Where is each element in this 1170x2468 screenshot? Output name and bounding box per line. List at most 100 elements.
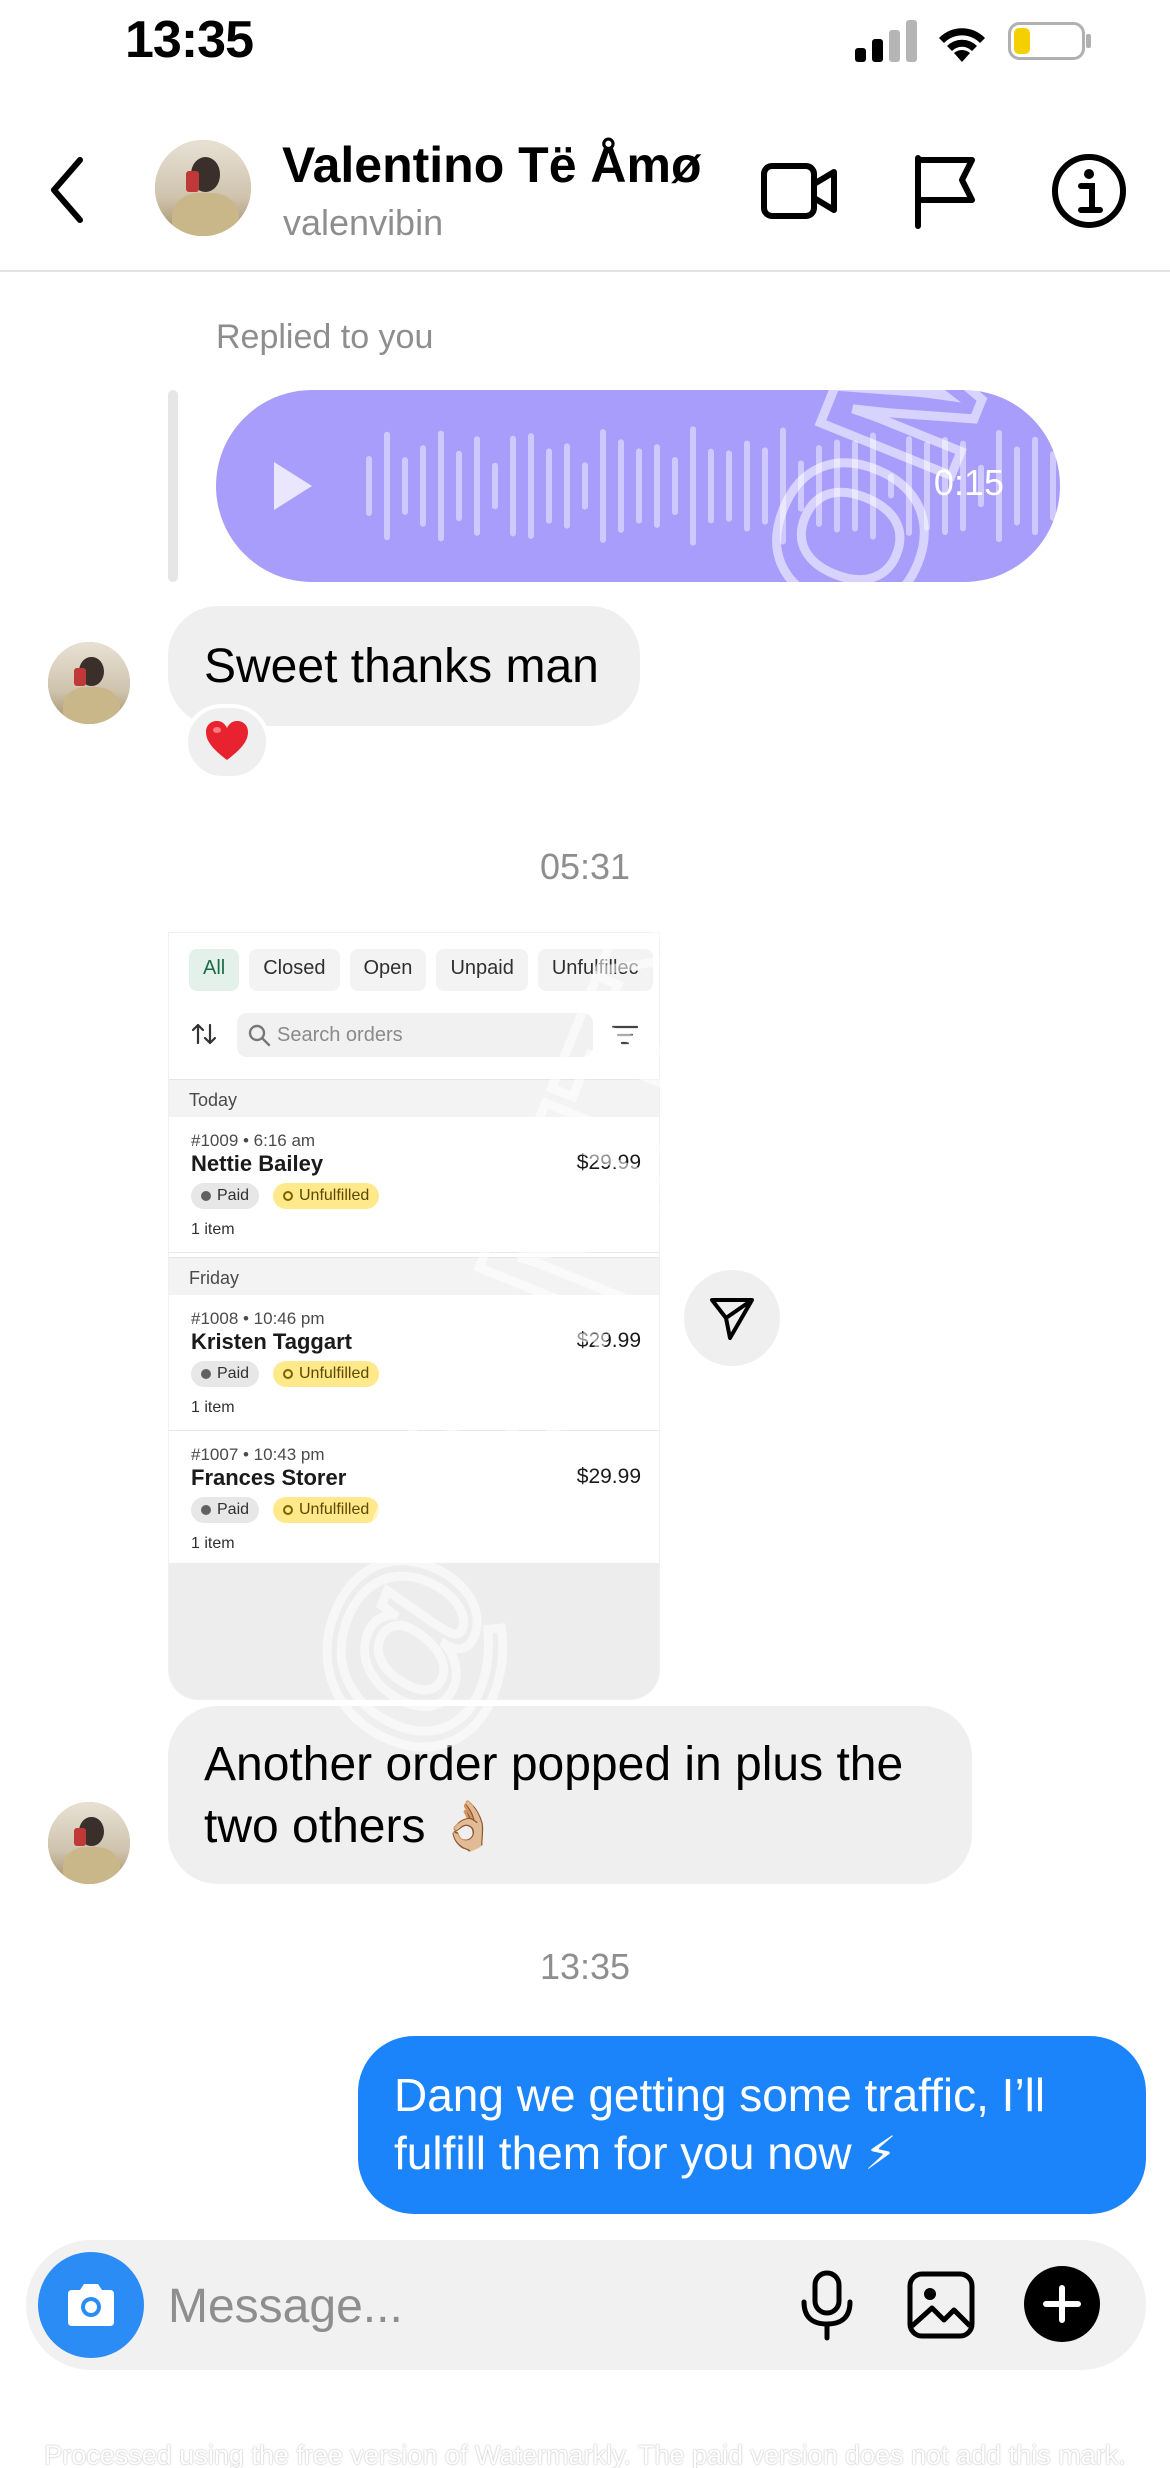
- message-text-line: Another order popped in plus the: [204, 1738, 904, 1791]
- waveform-bar: [618, 439, 624, 533]
- back-arrow-icon[interactable]: [42, 150, 102, 230]
- incoming-message[interactable]: Another order popped in plus the two oth…: [168, 1706, 972, 1884]
- sender-avatar[interactable]: [48, 1802, 130, 1884]
- waveform-bar: [852, 440, 858, 532]
- waveform-bar: [492, 462, 498, 510]
- order-price: $29.99: [576, 1329, 641, 1352]
- status-time: 13:35: [125, 11, 254, 69]
- unfulfilled-badge: Unfulfilled: [273, 1497, 380, 1523]
- waveform-bar: [834, 439, 840, 533]
- search-placeholder: Search orders: [277, 1024, 403, 1046]
- microphone-icon[interactable]: [796, 2270, 858, 2342]
- share-icon: [710, 1298, 754, 1340]
- filter-icon: [611, 1025, 639, 1045]
- tab-all: All: [189, 949, 240, 991]
- tab-closed: Closed: [249, 949, 340, 991]
- info-icon[interactable]: [1050, 152, 1128, 230]
- timestamp: 05:31: [539, 846, 631, 887]
- tab-unpaid: Unpaid: [436, 949, 528, 991]
- waveform-bar: [1068, 452, 1074, 520]
- more-actions-button[interactable]: [1024, 2266, 1100, 2342]
- video-call-icon[interactable]: [760, 152, 838, 230]
- heart-icon: [206, 721, 248, 760]
- waveform-bar: [510, 435, 516, 537]
- message-composer: [26, 2240, 1146, 2370]
- order-meta: #1008 • 10:46 pm: [191, 1309, 325, 1328]
- plus-icon: [1043, 2285, 1081, 2323]
- waveform-bar: [1014, 446, 1020, 526]
- waveform-bar: [528, 433, 534, 539]
- flag-icon[interactable]: [910, 152, 980, 230]
- voice-message-bubble[interactable]: 0:15: [216, 390, 1074, 582]
- cellular-signal-icon: [855, 20, 917, 62]
- order-items: 1 item: [191, 1399, 235, 1416]
- shared-image[interactable]: All Closed Open Unpaid Unfulfillec Searc…: [168, 932, 660, 1700]
- waveform-bar: [474, 436, 480, 536]
- waveform-bar: [420, 445, 426, 527]
- waveform-bar: [402, 457, 408, 515]
- timestamp: 13:35: [539, 1946, 631, 1987]
- section-header: Today: [169, 1079, 659, 1117]
- order-row: #1007 • 10:43 pm Frances Storer $29.99 P…: [169, 1431, 659, 1567]
- waveform-bar: [708, 448, 714, 524]
- order-price: $29.99: [576, 1465, 641, 1488]
- order-meta: #1009 • 6:16 am: [191, 1131, 316, 1150]
- order-meta: #1007 • 10:43 pm: [191, 1445, 325, 1464]
- contact-username[interactable]: valenvibin: [283, 202, 443, 244]
- waveform-bar: [744, 440, 750, 532]
- play-icon[interactable]: [270, 458, 316, 514]
- waveform-bar: [924, 441, 930, 531]
- order-row: #1008 • 10:46 pm Kristen Taggart $29.99 …: [169, 1295, 659, 1431]
- screenshot-bottom-area: [169, 1563, 659, 1699]
- sender-avatar[interactable]: [48, 642, 130, 724]
- waveform-bar: [600, 429, 606, 543]
- voice-duration: 0:15: [933, 462, 1004, 503]
- gallery-icon[interactable]: [906, 2270, 976, 2340]
- chat-header: Valentino Të Åmø valenvibin: [0, 120, 1170, 272]
- order-items: 1 item: [191, 1535, 235, 1552]
- waveform-bar: [384, 431, 390, 541]
- waveform-bar: [366, 456, 372, 516]
- contact-avatar[interactable]: [155, 140, 251, 236]
- waveform-bar: [1050, 451, 1056, 521]
- order-customer: Kristen Taggart: [191, 1329, 352, 1354]
- message-input[interactable]: [168, 2276, 728, 2336]
- order-price: $29.99: [576, 1151, 641, 1174]
- unfulfilled-badge: Unfulfilled: [273, 1361, 380, 1387]
- sort-icon: [191, 1023, 217, 1045]
- battery-icon: [1008, 22, 1091, 60]
- waveform-bar: [888, 473, 894, 499]
- wifi-icon: [939, 28, 985, 62]
- message-text: Sweet thanks man: [204, 640, 599, 693]
- outgoing-message[interactable]: Dang we getting some traffic, I’ll fulfi…: [358, 2036, 1146, 2214]
- order-customer: Nettie Bailey: [191, 1151, 324, 1176]
- reply-indicator-bar: [168, 390, 178, 582]
- watermark-footer: Processed using the free version of Wate…: [44, 2440, 1126, 2468]
- share-button[interactable]: [684, 1270, 780, 1366]
- waveform-bar: [798, 460, 804, 512]
- paid-badge: Paid: [191, 1361, 260, 1387]
- waveform-bar: [906, 436, 912, 536]
- paid-badge: Paid: [191, 1497, 260, 1523]
- contact-name[interactable]: Valentino Të Åmø: [282, 136, 702, 194]
- tab-open: Open: [349, 949, 427, 991]
- waveform-bar: [636, 448, 642, 524]
- waveform-bar: [726, 450, 732, 522]
- waveform-bar: [582, 462, 588, 510]
- waveform-bar: [780, 427, 786, 545]
- camera-button[interactable]: [38, 2252, 144, 2358]
- order-search: Search orders: [237, 1013, 593, 1057]
- waveform-bar: [546, 448, 552, 524]
- unfulfilled-badge: Unfulfilled: [273, 1183, 380, 1209]
- order-customer: Frances Storer: [191, 1465, 347, 1490]
- waveform-bar: [1032, 436, 1038, 536]
- waveform-bar: [456, 450, 462, 522]
- waveform-bar: [690, 426, 696, 546]
- waveform-bar: [672, 457, 678, 515]
- search-icon: [248, 1024, 271, 1047]
- reaction-badge[interactable]: [184, 704, 270, 780]
- camera-icon: [68, 2284, 114, 2326]
- waveform-bar: [438, 430, 444, 542]
- message-text-line: Dang we getting some traffic, I’ll: [394, 2069, 1046, 2121]
- status-bar: 13:35: [0, 0, 1170, 90]
